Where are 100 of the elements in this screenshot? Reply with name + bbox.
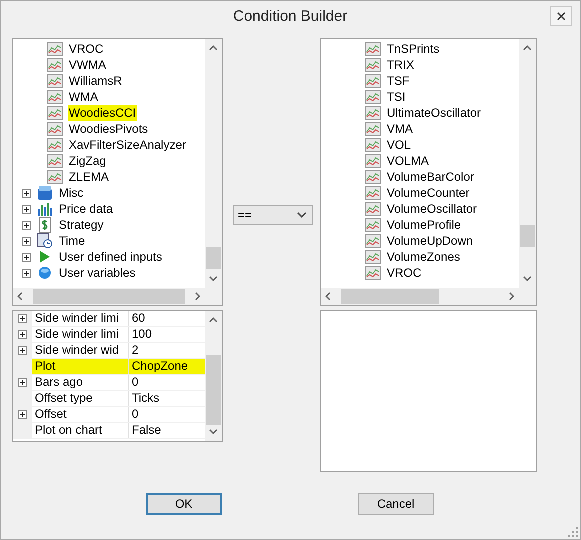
expand-icon[interactable] <box>22 236 31 246</box>
property-value[interactable]: False <box>129 423 205 438</box>
scroll-right-icon[interactable] <box>195 292 201 301</box>
calendar-clock-icon <box>37 233 53 249</box>
chart-icon <box>365 138 381 152</box>
horizontal-scrollbar[interactable] <box>321 288 519 305</box>
box-icon <box>37 185 53 201</box>
vertical-scrollbar[interactable] <box>519 39 536 288</box>
tree-item[interactable]: VROC <box>68 41 105 57</box>
scroll-thumb[interactable] <box>206 355 221 425</box>
tree-item[interactable]: VolumeUpDown <box>386 233 474 249</box>
expand-icon[interactable] <box>22 204 31 214</box>
ok-button[interactable]: OK <box>146 493 222 515</box>
tree-item[interactable]: WoodiesPivots <box>68 121 150 137</box>
resize-grip-icon[interactable] <box>568 527 578 537</box>
chart-icon <box>365 234 381 248</box>
close-button[interactable] <box>550 6 572 26</box>
tree-item[interactable]: WoodiesCCI <box>68 105 138 121</box>
property-value[interactable]: 60 <box>129 311 205 326</box>
expand-icon[interactable] <box>18 330 27 339</box>
expand-icon[interactable] <box>18 410 27 419</box>
chart-icon <box>365 42 381 56</box>
window-title: Condition Builder <box>233 8 348 24</box>
tree-item[interactable]: ZLEMA <box>68 169 110 185</box>
tree-item[interactable]: TRIX <box>386 57 416 73</box>
tree-item[interactable]: WMA <box>68 89 100 105</box>
chart-icon <box>47 138 63 152</box>
tree-item[interactable]: UltimateOscillator <box>386 105 482 121</box>
tree-item[interactable]: VOL <box>386 137 412 153</box>
tree-item[interactable]: VROC <box>386 265 423 281</box>
horizontal-scrollbar[interactable] <box>13 288 205 305</box>
tree-item[interactable]: XavFilterSizeAnalyzer <box>68 137 188 153</box>
property-value[interactable]: 0 <box>129 407 205 422</box>
scroll-down-icon[interactable] <box>209 429 218 435</box>
scroll-up-icon[interactable] <box>209 317 218 323</box>
scroll-right-icon[interactable] <box>509 292 515 301</box>
chart-icon <box>47 74 63 88</box>
vertical-scrollbar[interactable] <box>205 39 222 288</box>
property-name: Side winder wid <box>32 343 129 358</box>
tree-item[interactable]: ZigZag <box>68 153 108 169</box>
expand-icon[interactable] <box>18 378 27 387</box>
scroll-up-icon[interactable] <box>523 45 532 51</box>
property-value[interactable]: Ticks <box>129 391 205 406</box>
scroll-thumb[interactable] <box>341 289 439 304</box>
scroll-thumb[interactable] <box>520 225 535 247</box>
chart-icon <box>365 186 381 200</box>
property-value[interactable]: 0 <box>129 375 205 390</box>
tree-item[interactable]: VWMA <box>68 57 108 73</box>
chart-icon <box>47 106 63 120</box>
globe-icon <box>37 265 53 281</box>
expand-icon[interactable] <box>22 220 31 230</box>
tree-item[interactable]: TnSPrints <box>386 41 441 57</box>
operator-dropdown[interactable]: == <box>233 205 313 225</box>
property-value[interactable]: 2 <box>129 343 205 358</box>
tree-item[interactable]: Time <box>58 233 86 249</box>
tree-item[interactable]: VolumeCounter <box>386 185 471 201</box>
chart-icon <box>365 250 381 264</box>
chart-icon <box>47 42 63 56</box>
vertical-scrollbar[interactable] <box>205 311 222 441</box>
chart-icon <box>47 122 63 136</box>
tree-item[interactable]: WilliamsR <box>68 73 124 89</box>
expand-icon[interactable] <box>22 188 31 198</box>
tree-item[interactable]: User variables <box>58 265 137 281</box>
chart-icon <box>365 170 381 184</box>
scroll-left-icon[interactable] <box>325 292 331 301</box>
tree-item[interactable]: TSF <box>386 73 411 89</box>
chart-icon <box>365 74 381 88</box>
tree-item[interactable]: User defined inputs <box>58 249 164 265</box>
tree-item[interactable]: Strategy <box>58 217 105 233</box>
tree-item[interactable]: VOLMA <box>386 153 430 169</box>
scroll-down-icon[interactable] <box>523 276 532 282</box>
scroll-left-icon[interactable] <box>17 292 23 301</box>
property-value[interactable]: 100 <box>129 327 205 342</box>
tree-item[interactable]: TSI <box>386 89 407 105</box>
expand-icon[interactable] <box>22 252 31 262</box>
scroll-thumb[interactable] <box>33 289 185 304</box>
tree-item[interactable]: VMA <box>386 121 414 137</box>
scroll-down-icon[interactable] <box>209 276 218 282</box>
tree-item[interactable]: VolumeZones <box>386 249 462 265</box>
tree-item[interactable]: Misc <box>58 185 85 201</box>
chart-icon <box>47 170 63 184</box>
chart-icon <box>365 154 381 168</box>
bar-chart-icon <box>37 201 53 217</box>
expand-icon[interactable] <box>22 268 31 278</box>
chart-icon <box>365 266 381 280</box>
expand-icon[interactable] <box>18 314 27 323</box>
expand-icon[interactable] <box>18 346 27 355</box>
tree-item[interactable]: VolumeBarColor <box>386 169 476 185</box>
tree-item[interactable]: VolumeOscillator <box>386 201 478 217</box>
tree-item[interactable]: Price data <box>58 201 114 217</box>
property-name: Bars ago <box>32 375 129 390</box>
property-value[interactable]: ChopZone <box>129 359 205 374</box>
scroll-up-icon[interactable] <box>209 45 218 51</box>
chart-icon <box>365 58 381 72</box>
property-name: Plot <box>32 359 129 374</box>
dollar-document-icon <box>37 217 53 233</box>
scroll-thumb[interactable] <box>206 247 221 269</box>
caret-icon <box>297 212 307 218</box>
cancel-button[interactable]: Cancel <box>358 493 434 515</box>
tree-item[interactable]: VolumeProfile <box>386 217 462 233</box>
